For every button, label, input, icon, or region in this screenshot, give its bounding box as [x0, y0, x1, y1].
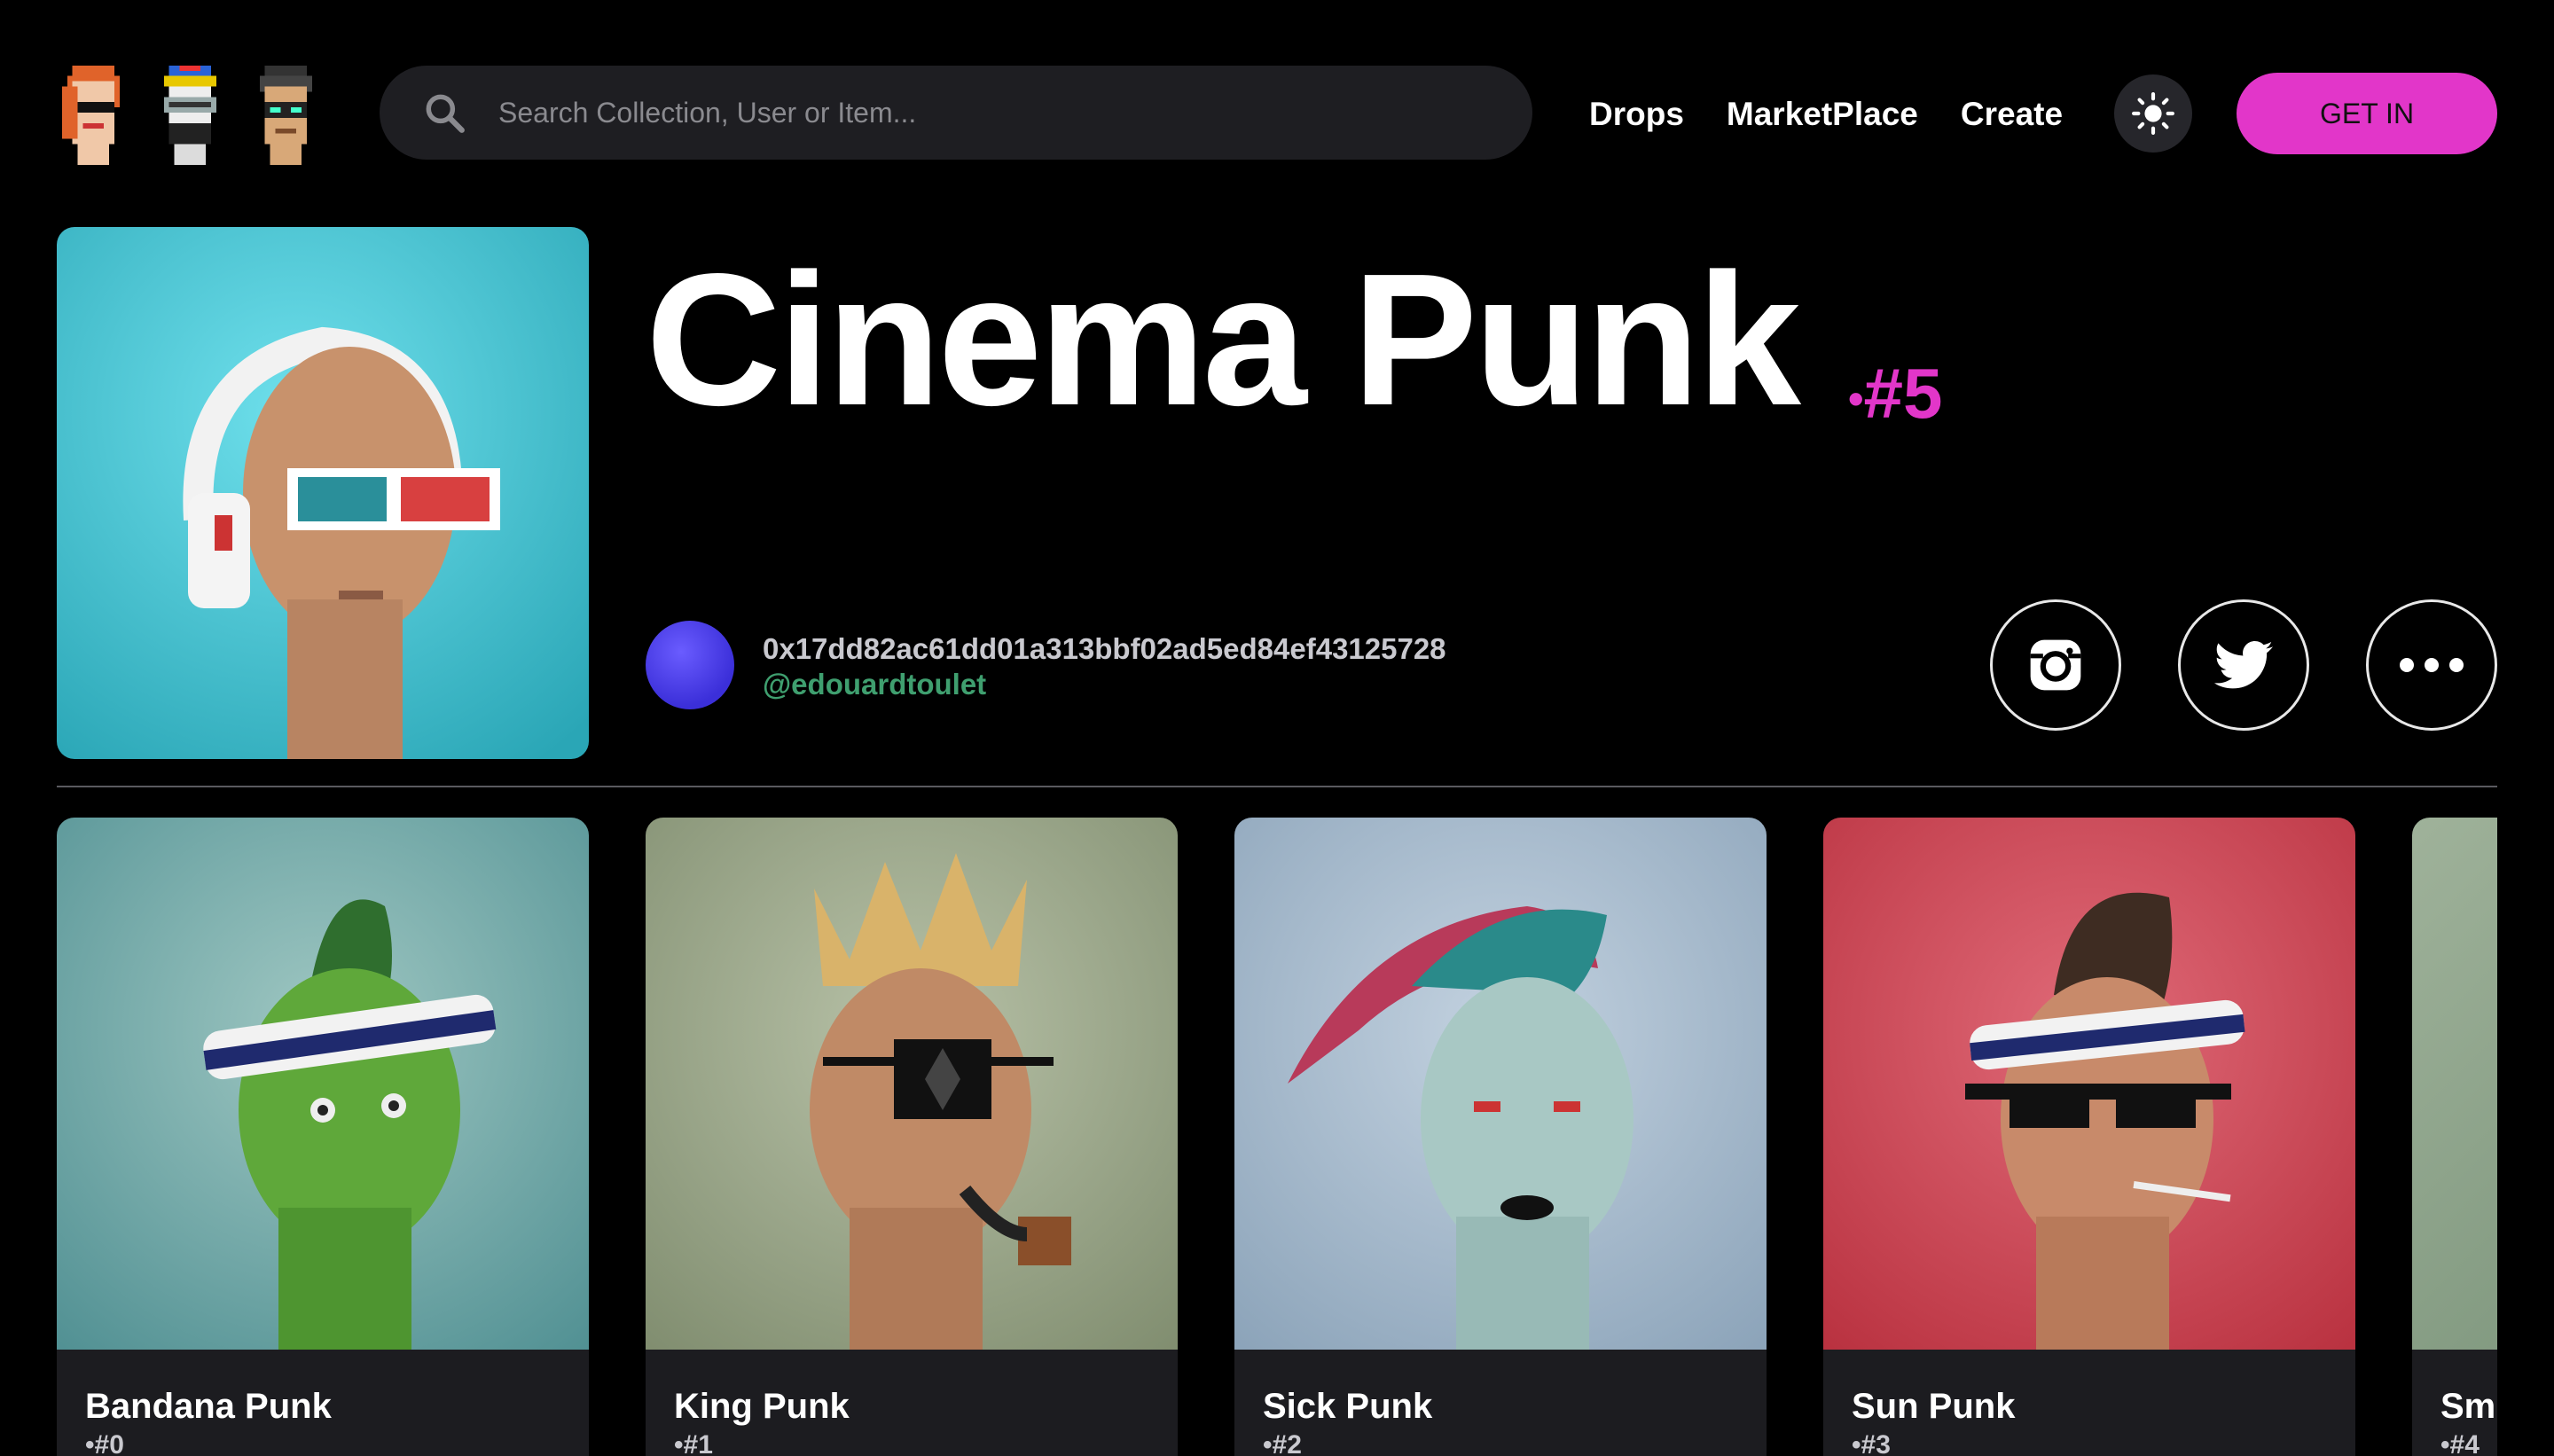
cinema-punk-artwork	[57, 227, 589, 759]
punk-redhead-icon	[61, 65, 120, 166]
punk-glasses-icon	[260, 65, 313, 166]
card-title: King Punk	[674, 1387, 850, 1426]
nft-card[interactable]: Bandana Punk •#0	[57, 818, 589, 1456]
hero-nft-image[interactable]	[57, 227, 589, 759]
nft-card[interactable]: Sm •#4	[2412, 818, 2497, 1456]
card-number: •#1	[674, 1430, 713, 1456]
card-number: •#2	[1263, 1430, 1302, 1456]
site-logo[interactable]	[57, 62, 323, 168]
card-title: Sm	[2440, 1387, 2496, 1426]
card-artwork	[1234, 818, 1767, 1350]
card-title: Bandana Punk	[85, 1387, 332, 1426]
card-artwork	[646, 818, 1178, 1350]
sun-icon	[2132, 92, 2174, 135]
twitter-icon	[2214, 641, 2273, 689]
punk-visor-icon	[163, 65, 216, 166]
twitter-button[interactable]	[2178, 599, 2309, 731]
card-number: •#3	[1852, 1430, 1891, 1456]
item-number: •#5	[1848, 354, 1943, 433]
section-divider	[57, 786, 2497, 787]
card-artwork	[57, 818, 589, 1350]
nav-create[interactable]: Create	[1961, 92, 2063, 137]
nft-card[interactable]: Sick Punk •#2	[1234, 818, 1767, 1456]
card-title: Sun Punk	[1852, 1387, 2016, 1426]
nav-drops[interactable]: Drops	[1589, 92, 1684, 137]
more-icon	[2400, 658, 2464, 672]
card-number: •#4	[2440, 1430, 2480, 1456]
owner-wallet-address[interactable]: 0x17dd82ac61dd01a313bbf02ad5ed84ef431257…	[763, 631, 1446, 667]
nft-card[interactable]: King Punk •#1	[646, 818, 1178, 1456]
collection-carousel[interactable]: Bandana Punk •#0 King Punk •#1 Sick Punk…	[57, 818, 2497, 1456]
search-bar[interactable]	[380, 66, 1532, 160]
more-options-button[interactable]	[2366, 599, 2497, 731]
search-input[interactable]	[497, 95, 1476, 130]
search-icon	[426, 94, 465, 133]
card-title: Sick Punk	[1263, 1387, 1433, 1426]
card-artwork	[2412, 818, 2497, 1350]
owner-handle[interactable]: @edouardtoulet	[763, 667, 986, 702]
owner-avatar[interactable]	[646, 621, 734, 709]
main-nav: Drops MarketPlace Create	[1589, 92, 2063, 137]
instagram-button[interactable]	[1990, 599, 2121, 731]
page-title: Cinema Punk	[646, 234, 1801, 444]
theme-toggle-button[interactable]	[2114, 74, 2192, 153]
nav-marketplace[interactable]: MarketPlace	[1727, 92, 1918, 137]
nft-card[interactable]: Sun Punk •#3	[1823, 818, 2355, 1456]
instagram-icon	[2030, 639, 2081, 691]
card-number: •#0	[85, 1430, 124, 1456]
card-artwork	[1823, 818, 2355, 1350]
get-in-button[interactable]: GET IN	[2237, 73, 2497, 154]
